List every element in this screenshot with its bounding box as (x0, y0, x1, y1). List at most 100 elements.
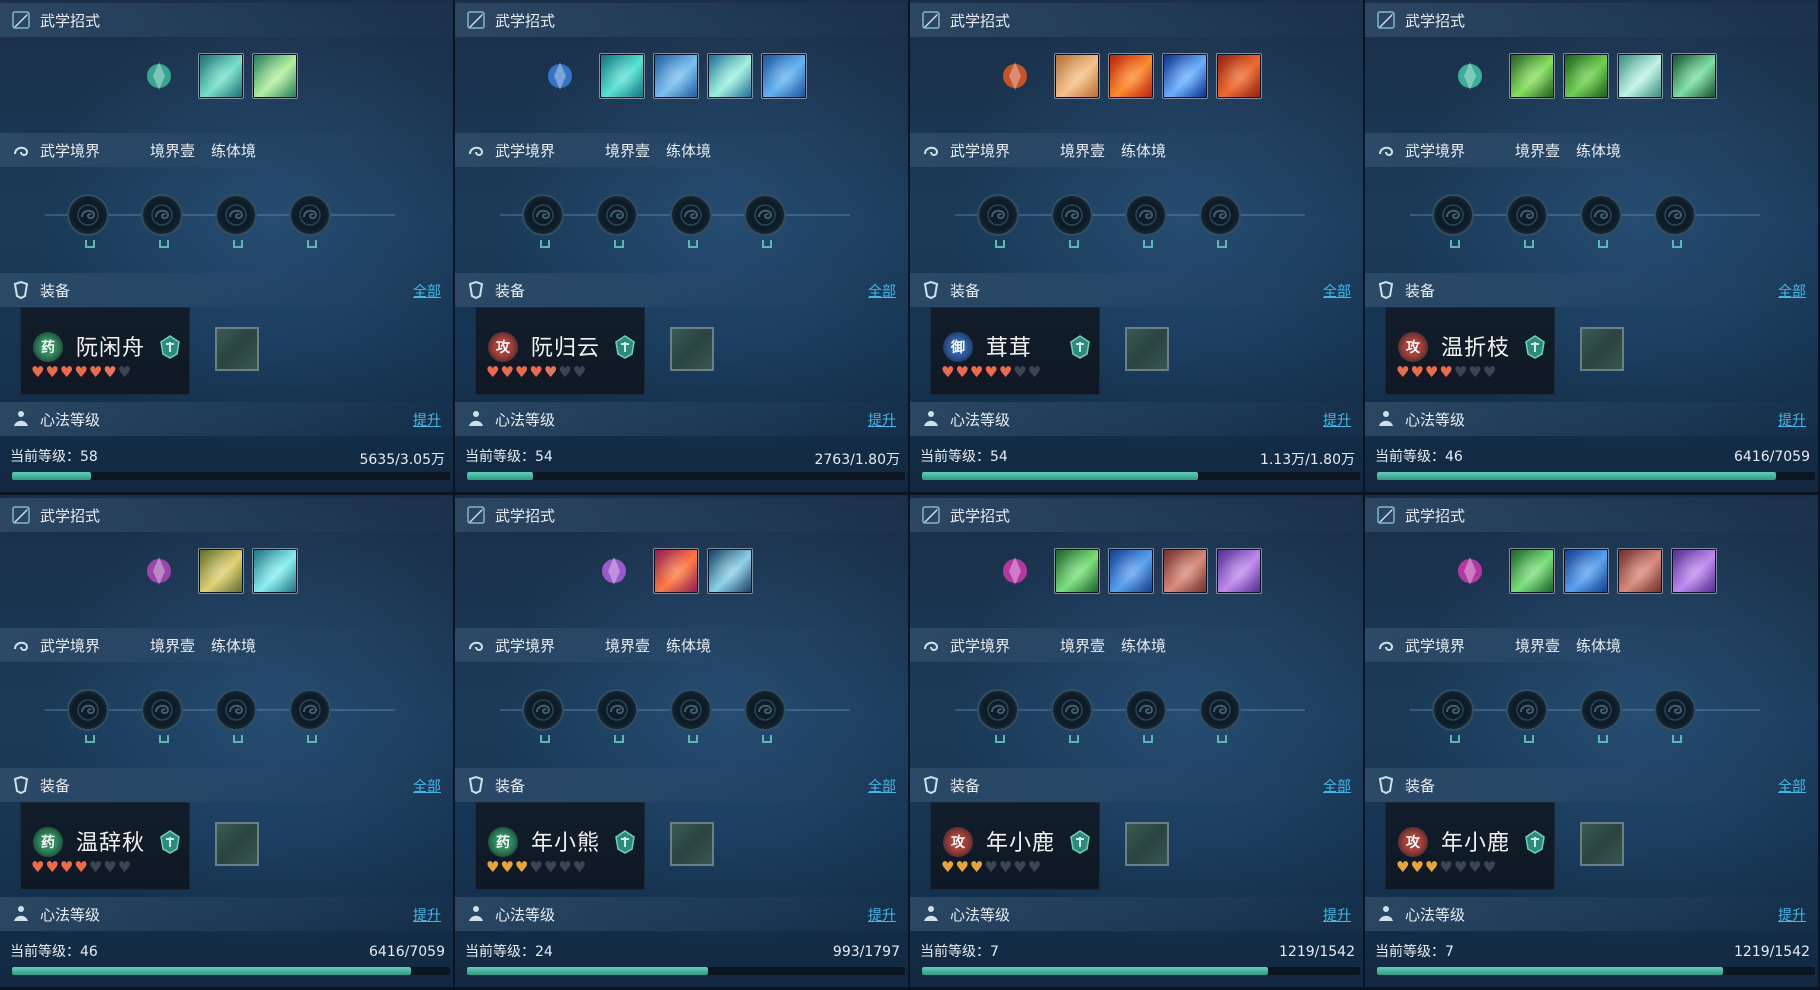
main-skill-icon[interactable] (992, 548, 1038, 594)
upgrade-link[interactable]: 提升 (1778, 905, 1806, 925)
upgrade-link[interactable]: 提升 (413, 905, 441, 925)
realm-node-locked-icon[interactable] (522, 689, 564, 743)
realm-node-locked-icon[interactable] (1199, 194, 1241, 248)
equipment-slot[interactable] (670, 327, 714, 371)
skill-icon[interactable] (251, 548, 298, 594)
realm-node-locked-icon[interactable] (1506, 689, 1548, 743)
skill-icon[interactable] (1562, 548, 1609, 594)
skill-icon[interactable] (706, 548, 753, 594)
realm-node-locked-icon[interactable] (1506, 194, 1548, 248)
upgrade-link[interactable]: 提升 (868, 905, 896, 925)
skill-icon[interactable] (1107, 53, 1154, 99)
skill-icon[interactable] (1562, 53, 1609, 99)
skill-icon[interactable] (1215, 548, 1262, 594)
skill-icon[interactable] (652, 548, 699, 594)
main-skill-icon[interactable] (1447, 548, 1493, 594)
upgrade-link[interactable]: 提升 (413, 410, 441, 430)
main-skill-icon[interactable] (537, 53, 583, 99)
heart-icon: ♥ (117, 363, 132, 381)
realm-node-locked-icon[interactable] (977, 689, 1019, 743)
character-card[interactable]: 药 阮闲舟 ♥ ♥ ♥ ♥ ♥ ♥ ♥ (20, 307, 190, 395)
realm-node-locked-icon[interactable] (141, 194, 183, 248)
character-card[interactable]: 攻 阮归云 ♥ ♥ ♥ ♥ ♥ ♥ ♥ (475, 307, 645, 395)
equipment-slot[interactable] (1580, 822, 1624, 866)
equipment-slot[interactable] (670, 822, 714, 866)
realm-node-locked-icon[interactable] (1580, 689, 1622, 743)
realm-node-locked-icon[interactable] (289, 689, 331, 743)
realm-node-locked-icon[interactable] (1199, 689, 1241, 743)
skill-icon[interactable] (1107, 548, 1154, 594)
realm-node-locked-icon[interactable] (596, 194, 638, 248)
equipment-slot[interactable] (215, 327, 259, 371)
equip-all-link[interactable]: 全部 (868, 281, 896, 301)
realm-node-locked-icon[interactable] (1654, 689, 1696, 743)
skill-icon[interactable] (1161, 548, 1208, 594)
realm-node-locked-icon[interactable] (1051, 689, 1093, 743)
character-card[interactable]: 攻 温折枝 ♥ ♥ ♥ ♥ ♥ ♥ ♥ (1385, 307, 1555, 395)
character-card[interactable]: 攻 年小鹿 ♥ ♥ ♥ ♥ ♥ ♥ ♥ (1385, 802, 1555, 890)
realm-node-locked-icon[interactable] (522, 194, 564, 248)
equip-all-link[interactable]: 全部 (413, 281, 441, 301)
skill-icon[interactable] (251, 53, 298, 99)
character-card[interactable]: 药 年小熊 ♥ ♥ ♥ ♥ ♥ ♥ ♥ (475, 802, 645, 890)
skill-icon[interactable] (197, 548, 244, 594)
skill-icon[interactable] (197, 53, 244, 99)
equip-all-link[interactable]: 全部 (1323, 776, 1351, 796)
skill-icon[interactable] (1616, 53, 1663, 99)
skill-icon[interactable] (760, 53, 807, 99)
equipment-slot[interactable] (1125, 822, 1169, 866)
character-card[interactable]: 御 茸茸 ♥ ♥ ♥ ♥ ♥ ♥ ♥ (930, 307, 1100, 395)
character-card[interactable]: 药 温辞秋 ♥ ♥ ♥ ♥ ♥ ♥ ♥ (20, 802, 190, 890)
realm-node-locked-icon[interactable] (744, 689, 786, 743)
equip-all-link[interactable]: 全部 (1778, 281, 1806, 301)
skill-icon[interactable] (1053, 53, 1100, 99)
equip-all-link[interactable]: 全部 (868, 776, 896, 796)
skill-icon[interactable] (1670, 548, 1717, 594)
realm-node-locked-icon[interactable] (1432, 689, 1474, 743)
realm-node-locked-icon[interactable] (1051, 194, 1093, 248)
skill-icon[interactable] (598, 53, 645, 99)
realm-node-locked-icon[interactable] (596, 689, 638, 743)
main-skill-icon[interactable] (591, 548, 637, 594)
realm-node-locked-icon[interactable] (1125, 689, 1167, 743)
main-skill-icon[interactable] (136, 53, 182, 99)
realm-node-locked-icon[interactable] (67, 689, 109, 743)
equip-all-link[interactable]: 全部 (1778, 776, 1806, 796)
equip-all-link[interactable]: 全部 (1323, 281, 1351, 301)
realm-node-locked-icon[interactable] (141, 689, 183, 743)
character-card[interactable]: 攻 年小鹿 ♥ ♥ ♥ ♥ ♥ ♥ ♥ (930, 802, 1100, 890)
upgrade-link[interactable]: 提升 (1323, 905, 1351, 925)
realm-node-locked-icon[interactable] (215, 689, 257, 743)
realm-node-locked-icon[interactable] (670, 194, 712, 248)
realm-node-locked-icon[interactable] (670, 689, 712, 743)
main-skill-icon[interactable] (1447, 53, 1493, 99)
skill-icon[interactable] (1215, 53, 1262, 99)
skill-icon[interactable] (1508, 548, 1555, 594)
realm-node-locked-icon[interactable] (1654, 194, 1696, 248)
heart-icon: ♥ (59, 363, 74, 381)
skill-icon[interactable] (706, 53, 753, 99)
main-skill-icon[interactable] (992, 53, 1038, 99)
realm-node-locked-icon[interactable] (1125, 194, 1167, 248)
realm-node-locked-icon[interactable] (977, 194, 1019, 248)
skill-icon[interactable] (1053, 548, 1100, 594)
skill-icon[interactable] (1161, 53, 1208, 99)
upgrade-link[interactable]: 提升 (1778, 410, 1806, 430)
realm-node-locked-icon[interactable] (289, 194, 331, 248)
realm-node-locked-icon[interactable] (67, 194, 109, 248)
skill-icon[interactable] (1508, 53, 1555, 99)
equipment-slot[interactable] (1580, 327, 1624, 371)
equip-all-link[interactable]: 全部 (413, 776, 441, 796)
equipment-slot[interactable] (215, 822, 259, 866)
skill-icon[interactable] (1616, 548, 1663, 594)
skill-icon[interactable] (652, 53, 699, 99)
realm-node-locked-icon[interactable] (1432, 194, 1474, 248)
main-skill-icon[interactable] (136, 548, 182, 594)
skill-icon[interactable] (1670, 53, 1717, 99)
upgrade-link[interactable]: 提升 (868, 410, 896, 430)
realm-node-locked-icon[interactable] (1580, 194, 1622, 248)
realm-node-locked-icon[interactable] (215, 194, 257, 248)
equipment-slot[interactable] (1125, 327, 1169, 371)
upgrade-link[interactable]: 提升 (1323, 410, 1351, 430)
realm-node-locked-icon[interactable] (744, 194, 786, 248)
